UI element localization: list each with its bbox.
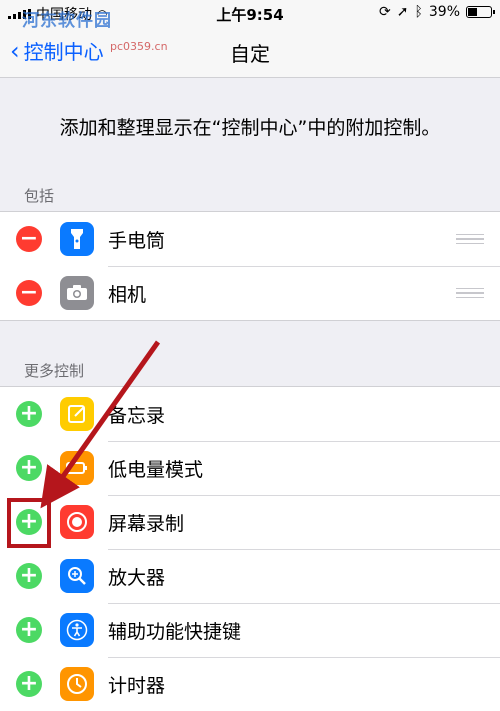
bluetooth-icon: ᛒ — [414, 4, 423, 20]
add-button[interactable]: + — [16, 671, 42, 697]
list-item[interactable]: − 相机 — [0, 266, 500, 320]
list-item-label: 相机 — [108, 283, 147, 306]
reorder-handle-icon[interactable] — [456, 231, 484, 248]
magnifier-icon — [60, 559, 94, 593]
list-item[interactable]: + 辅助功能快捷键 — [0, 603, 500, 657]
list-item-label: 手电筒 — [108, 229, 166, 252]
remove-button[interactable]: − — [16, 280, 42, 306]
battery-percent: 39% — [428, 4, 460, 20]
reorder-handle-icon[interactable] — [456, 285, 484, 302]
add-button[interactable]: + — [16, 455, 42, 481]
list-item[interactable]: + 低电量模式 — [0, 441, 500, 495]
list-item[interactable]: + 屏幕录制 — [0, 495, 500, 549]
section-header-more: 更多控制 — [24, 362, 85, 380]
more-controls-list: + 备忘录 + 低电量模式 + 屏幕录制 + 放大器 + 辅助功能快捷键 + 计… — [0, 386, 500, 711]
list-item-label: 备忘录 — [108, 404, 166, 427]
status-right: ⟳ ➚ ᛒ 39% — [379, 4, 495, 20]
list-item-label: 计时器 — [108, 674, 166, 697]
list-item[interactable]: + 放大器 — [0, 549, 500, 603]
highlight-box — [7, 498, 51, 548]
list-item-label: 辅助功能快捷键 — [108, 620, 242, 643]
section-header-included: 包括 — [24, 187, 55, 205]
intro-text: 添加和整理显示在“控制中心”中的附加控制。 — [59, 117, 441, 139]
camera-icon — [60, 276, 94, 310]
list-item[interactable]: + 备忘录 — [0, 387, 500, 441]
battery-icon — [60, 451, 94, 485]
flashlight-icon — [60, 222, 94, 256]
watermark-url: pc0359.cn — [110, 40, 168, 53]
battery-fill — [468, 8, 478, 16]
rotation-lock-icon: ⟳ — [379, 4, 391, 20]
add-button[interactable]: + — [16, 563, 42, 589]
list-item[interactable]: − 手电筒 — [0, 212, 500, 266]
accessibility-icon — [60, 613, 94, 647]
included-list: − 手电筒 − 相机 — [0, 211, 500, 321]
list-item-label: 低电量模式 — [108, 458, 204, 481]
navigation-bar: ‹ 控制中心 自定 — [0, 28, 500, 78]
notes-icon — [60, 397, 94, 431]
timer-icon — [60, 667, 94, 701]
list-item-label: 屏幕录制 — [108, 512, 185, 535]
page-title: 自定 — [230, 42, 270, 66]
screen-record-icon — [60, 505, 94, 539]
list-item-label: 放大器 — [108, 566, 166, 589]
location-icon: ➚ — [396, 4, 409, 20]
add-button[interactable]: + — [16, 617, 42, 643]
add-button[interactable]: + — [16, 401, 42, 427]
list-item[interactable]: + 计时器 — [0, 657, 500, 711]
battery-icon — [466, 6, 495, 18]
remove-button[interactable]: − — [16, 226, 42, 252]
